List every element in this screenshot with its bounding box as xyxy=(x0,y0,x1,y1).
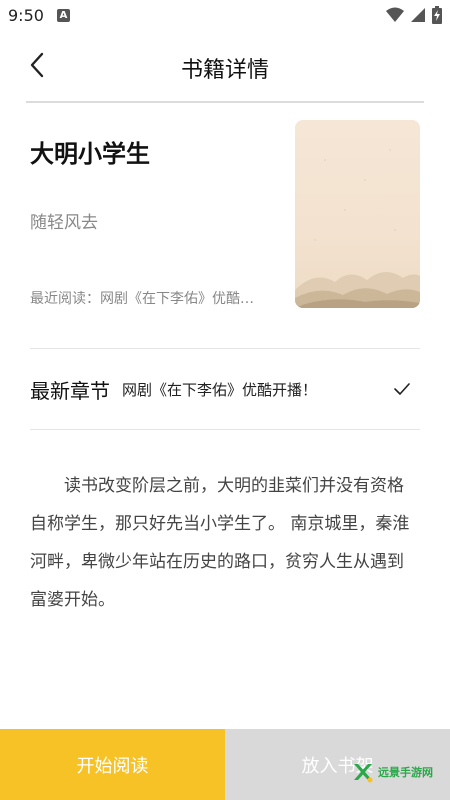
status-bar: 9:50 A xyxy=(0,0,450,30)
signal-icon xyxy=(411,8,425,22)
app-header: 书籍详情 xyxy=(0,30,450,102)
header-divider xyxy=(26,101,424,103)
status-time: 9:50 xyxy=(8,6,44,25)
latest-chapter-row[interactable]: 最新章节 网剧《在下李佑》优酷开播！ xyxy=(30,350,420,428)
start-reading-button[interactable]: 开始阅读 xyxy=(0,729,225,800)
check-icon xyxy=(394,383,410,395)
book-cover[interactable] xyxy=(295,120,420,308)
latest-chapter-title: 网剧《在下李佑》优酷开播！ xyxy=(122,380,318,399)
book-description: 读书改变阶层之前，大明的韭菜们并没有资格自称学生，那只好先当小学生了。 南京城里… xyxy=(30,476,410,610)
book-title: 大明小学生 xyxy=(30,140,150,168)
book-author[interactable]: 随轻风去 xyxy=(30,208,98,233)
recent-read[interactable]: 最近阅读：网剧《在下李佑》优酷… xyxy=(30,288,275,308)
latest-chapter-label: 最新章节 xyxy=(30,378,110,403)
watermark: 远景手游网 xyxy=(352,760,433,784)
divider-top xyxy=(30,348,420,349)
ink-landscape-cover-image xyxy=(295,149,420,308)
watermark-text: 远景手游网 xyxy=(378,766,433,779)
x-logo-icon xyxy=(354,764,373,783)
a-icon: A xyxy=(57,9,70,22)
page-title: 书籍详情 xyxy=(180,58,269,83)
divider-bottom xyxy=(30,429,420,430)
status-icons xyxy=(386,6,442,24)
wifi-icon xyxy=(386,7,404,22)
battery-icon xyxy=(432,6,442,24)
